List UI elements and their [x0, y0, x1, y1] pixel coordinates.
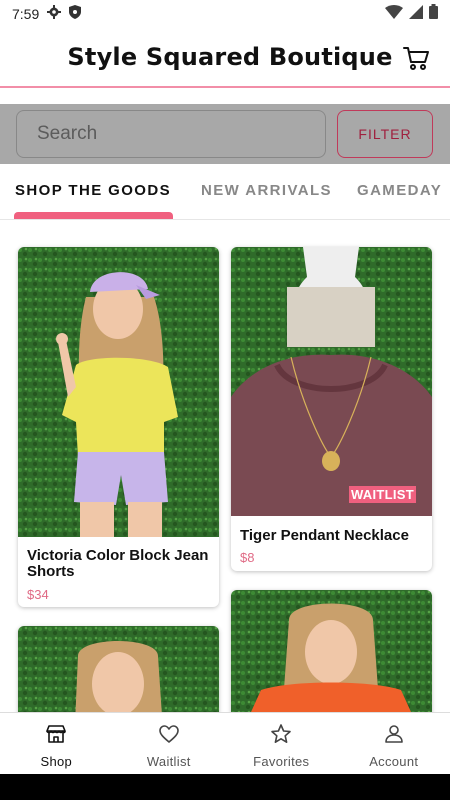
page-title: Style Squared Boutique — [67, 43, 393, 71]
nav-account[interactable]: Account — [338, 713, 450, 774]
nav-label: Favorites — [253, 754, 310, 769]
active-tab-indicator — [14, 212, 173, 219]
star-icon — [269, 722, 293, 751]
system-navigation-bar — [0, 774, 450, 800]
shield-icon — [69, 4, 82, 24]
tab-shop-the-goods[interactable]: SHOP THE GOODS — [15, 182, 171, 199]
product-image — [18, 626, 219, 712]
person-icon — [382, 722, 406, 751]
category-tabs: SHOP THE GOODS NEW ARRIVALS GAMEDAY — [0, 164, 450, 220]
product-image — [231, 247, 432, 516]
nav-label: Account — [369, 754, 419, 769]
app-header: Style Squared Boutique — [0, 28, 450, 88]
status-time: 7:59 — [12, 6, 40, 22]
heart-icon — [157, 722, 181, 751]
nav-shop[interactable]: Shop — [0, 713, 113, 774]
product-image — [18, 247, 219, 537]
battery-icon — [429, 4, 438, 24]
search-bar: Search FILTER — [0, 104, 450, 164]
product-card[interactable] — [231, 590, 432, 712]
waitlist-badge: WAITLIST — [348, 486, 416, 503]
nav-waitlist[interactable]: Waitlist — [113, 713, 226, 774]
product-card[interactable]: WAITLIST Tiger Pendant Necklace $8 — [231, 247, 432, 571]
tab-gameday[interactable]: GAMEDAY — [357, 182, 442, 199]
bottom-nav: Shop Waitlist Favorites Account — [0, 712, 450, 774]
nav-label: Waitlist — [146, 754, 191, 769]
product-name: Victoria Color Block Jean Shorts — [27, 547, 209, 580]
product-price: $8 — [240, 550, 255, 565]
nav-label: Shop — [40, 754, 73, 769]
settings-gear-icon — [47, 4, 62, 24]
nav-favorites[interactable]: Favorites — [225, 713, 338, 774]
product-image — [231, 590, 432, 712]
status-bar: 7:59 — [0, 0, 450, 28]
tab-new-arrivals[interactable]: NEW ARRIVALS — [201, 182, 332, 199]
store-icon — [44, 722, 68, 751]
product-card[interactable] — [18, 626, 219, 712]
product-card[interactable]: Victoria Color Block Jean Shorts $34 — [18, 247, 219, 607]
signal-icon — [409, 4, 423, 24]
product-price: $34 — [27, 587, 49, 602]
product-name: Tiger Pendant Necklace — [240, 527, 409, 544]
filter-button[interactable]: FILTER — [337, 110, 433, 158]
search-input[interactable]: Search — [16, 110, 326, 158]
product-grid: Victoria Color Block Jean Shorts $34 WAI… — [0, 220, 450, 712]
wifi-icon — [385, 4, 403, 24]
cart-icon[interactable] — [402, 44, 430, 72]
